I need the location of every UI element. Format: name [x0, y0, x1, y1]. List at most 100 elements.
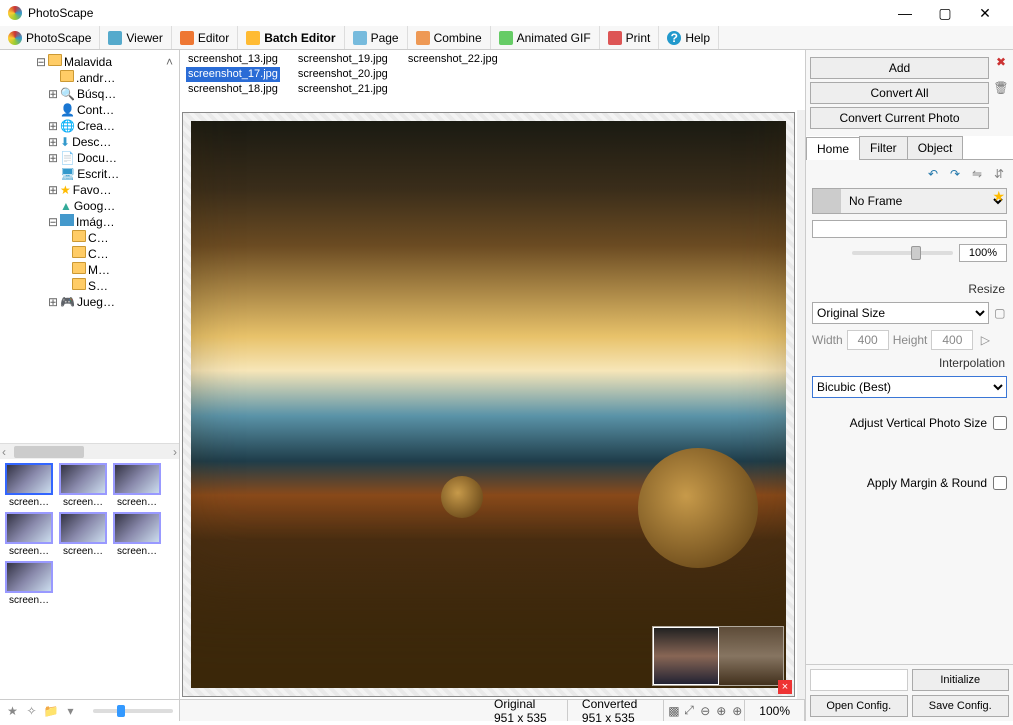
close-preview-icon[interactable]: ×	[778, 680, 792, 694]
undo-icon[interactable]: ↶	[925, 166, 941, 182]
thumb-size-slider[interactable]	[93, 709, 173, 713]
thumbnail[interactable]: screen…	[4, 463, 54, 508]
resize-lock-icon[interactable]: ▢	[993, 305, 1007, 321]
tree-twistie[interactable]: ⊞	[48, 294, 58, 310]
crop-icon[interactable]: ▩	[664, 704, 680, 718]
apply-margin-checkbox[interactable]	[993, 476, 1007, 490]
thumbnail-grid[interactable]: screen…screen…screen…screen…screen…scree…	[0, 459, 179, 699]
add-button[interactable]: Add	[810, 57, 989, 79]
tree-twistie[interactable]: ⊞	[48, 86, 58, 102]
toolbar-photoscape[interactable]: PhotoScape	[0, 26, 100, 49]
tree-row[interactable]: 🖥Escrit…	[0, 166, 177, 182]
zoom-fit-icon[interactable]: ⤢	[680, 703, 696, 718]
toolbar-help[interactable]: ?Help	[659, 26, 719, 49]
remove-icon[interactable]: ✖	[993, 54, 1009, 70]
redo-icon[interactable]: ↷	[947, 166, 963, 182]
tree-label: C…	[88, 246, 109, 262]
toolbar-batch[interactable]: Batch Editor	[238, 26, 344, 49]
file-item[interactable]: screenshot_13.jpg	[186, 52, 280, 67]
tree-twistie[interactable]: ⊞	[48, 118, 58, 134]
toolbar-page[interactable]: Page	[345, 26, 408, 49]
right-tabs: HomeFilterObject	[806, 136, 1013, 160]
close-button[interactable]: ✕	[965, 2, 1005, 24]
tree-row[interactable]: ⊞🌐Crea…	[0, 118, 177, 134]
zoom-actual-icon[interactable]: ⊕	[712, 704, 728, 718]
file-item[interactable]: screenshot_22.jpg	[406, 52, 500, 67]
folder-tree[interactable]: ⊟Malavida˄.andr…⊞🔍Búsq…👤Cont…⊞🌐Crea…⊞⬇De…	[0, 50, 179, 443]
toolbar-gif[interactable]: Animated GIF	[491, 26, 600, 49]
convert-all-button[interactable]: Convert All	[810, 82, 989, 104]
width-input[interactable]	[847, 330, 889, 350]
tree-row[interactable]: ⊞🔍Búsq…	[0, 86, 177, 102]
flip-v-icon[interactable]: ⇵	[991, 166, 1007, 182]
tree-twistie[interactable]: ⊞	[48, 134, 58, 150]
wand-icon[interactable]: ✧	[25, 704, 38, 718]
tree-row[interactable]: 👤Cont…	[0, 102, 177, 118]
thumbnail[interactable]: screen…	[112, 512, 162, 557]
file-item[interactable]: screenshot_20.jpg	[296, 67, 390, 82]
toolbar-editor[interactable]: Editor	[172, 26, 238, 49]
canvas-area[interactable]: ×	[182, 112, 795, 697]
tab-object[interactable]: Object	[907, 136, 964, 159]
interpolation-select[interactable]: Bicubic (Best)	[812, 376, 1007, 398]
open-config-button[interactable]: Open Config.	[810, 695, 908, 717]
file-item[interactable]: screenshot_19.jpg	[296, 52, 390, 67]
tree-row[interactable]: S…	[0, 278, 177, 294]
file-item[interactable]: screenshot_21.jpg	[296, 82, 390, 97]
tree-row[interactable]: M…	[0, 262, 177, 278]
tree-row[interactable]: ▲Goog…	[0, 198, 177, 214]
tab-home[interactable]: Home	[806, 137, 860, 160]
star-icon[interactable]: ★	[6, 704, 19, 718]
maximize-button[interactable]: ▢	[925, 2, 965, 24]
canvas-vscroll[interactable]	[797, 110, 805, 699]
tree-row[interactable]: ⊟Imág…	[0, 214, 177, 230]
navigator-thumb[interactable]	[652, 626, 784, 686]
tree-row[interactable]: C…	[0, 246, 177, 262]
tree-twistie[interactable]: ⊟	[36, 54, 46, 70]
flip-h-icon[interactable]: ⇋	[969, 166, 985, 182]
resize-mode-select[interactable]: Original Size	[812, 302, 989, 324]
tree-row[interactable]: C…	[0, 230, 177, 246]
thumb-image	[59, 463, 107, 495]
toolbar-combine[interactable]: Combine	[408, 26, 491, 49]
thumbnail[interactable]: screen…	[4, 512, 54, 557]
save-config-button[interactable]: Save Config.	[912, 695, 1010, 717]
tree-row[interactable]: ⊟Malavida˄	[0, 54, 177, 70]
tree-scrollbar[interactable]: ‹›	[0, 443, 179, 459]
tree-twistie[interactable]: ⊞	[48, 182, 58, 198]
tree-twistie[interactable]: ⊟	[48, 214, 58, 230]
file-item[interactable]: screenshot_18.jpg	[186, 82, 280, 97]
folder-icon[interactable]: 📁	[44, 704, 58, 718]
thumbnail[interactable]: screen…	[112, 463, 162, 508]
tree-row[interactable]: ⊞🎮Jueg…	[0, 294, 177, 310]
thumbnail[interactable]: screen…	[58, 512, 108, 557]
tab-filter[interactable]: Filter	[859, 136, 908, 159]
aspect-icon[interactable]: ▷	[977, 332, 993, 348]
tree-row[interactable]: ⊞★Favo…	[0, 182, 177, 198]
zoom-out-icon[interactable]: ⊖	[696, 704, 712, 718]
frame-opacity-slider[interactable]	[852, 251, 953, 255]
file-list[interactable]: screenshot_13.jpgscreenshot_17.jpgscreen…	[180, 50, 805, 110]
toolbar-viewer[interactable]: Viewer	[100, 26, 171, 49]
minimize-button[interactable]: —	[885, 2, 925, 24]
tree-row[interactable]: ⊞📄Docu…	[0, 150, 177, 166]
chevron-down-icon[interactable]: ▾	[64, 704, 77, 718]
frame-dropdown[interactable]: No Frame	[841, 189, 1006, 213]
height-input[interactable]	[931, 330, 973, 350]
tree-caret[interactable]: ˄	[166, 54, 177, 70]
convert-current-button[interactable]: Convert Current Photo	[810, 107, 989, 129]
favorite-frame-icon[interactable]: ★	[992, 188, 1005, 205]
frame-select[interactable]: No Frame	[812, 188, 1007, 214]
blank-button[interactable]	[810, 669, 908, 691]
tree-twistie[interactable]: ⊞	[48, 150, 58, 166]
zoom-in-icon[interactable]: ⊕	[728, 704, 744, 718]
adjust-vertical-checkbox[interactable]	[993, 416, 1007, 430]
tree-row[interactable]: .andr…	[0, 70, 177, 86]
initialize-button[interactable]: Initialize	[912, 669, 1010, 691]
file-item[interactable]: screenshot_17.jpg	[186, 67, 280, 82]
trash-icon[interactable]: 🗑	[993, 80, 1009, 96]
toolbar-print[interactable]: Print	[600, 26, 660, 49]
thumbnail[interactable]: screen…	[4, 561, 54, 606]
tree-row[interactable]: ⊞⬇Desc…	[0, 134, 177, 150]
thumbnail[interactable]: screen…	[58, 463, 108, 508]
